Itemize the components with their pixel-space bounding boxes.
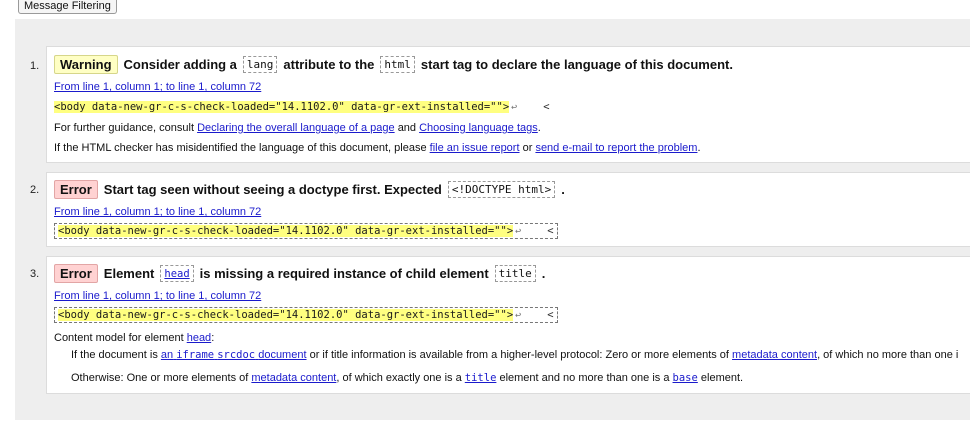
- message-text: Start tag seen without seeing a doctype …: [103, 182, 442, 197]
- message-text: start tag to declare the language of thi…: [420, 57, 733, 72]
- content-model-line: Content model for element head:: [54, 332, 214, 344]
- otherwise-text: element.: [700, 372, 744, 384]
- code-doctype: <!DOCTYPE html>: [447, 181, 556, 198]
- return-icon: ↩: [511, 102, 518, 113]
- error-badge: Error: [54, 180, 98, 199]
- warning-badge: Warning: [54, 55, 118, 74]
- title-element-link[interactable]: title: [465, 372, 497, 384]
- code-extract: <body data-new-gr-c-s-check-loaded="14.1…: [54, 307, 558, 323]
- location-link[interactable]: From line 1, column 1; to line 1, column…: [54, 81, 261, 93]
- message-text: .: [561, 182, 565, 197]
- message-filtering-button[interactable]: Message Filtering: [18, 0, 117, 14]
- extract-tail: <: [543, 101, 550, 113]
- error-badge: Error: [54, 264, 98, 283]
- content-model-head-link[interactable]: head: [187, 332, 211, 344]
- extract-highlight: <body data-new-gr-c-s-check-loaded="14.1…: [54, 101, 510, 113]
- code-head-link[interactable]: head: [160, 265, 194, 282]
- declaring-language-link[interactable]: Declaring the overall language of a page: [197, 122, 395, 134]
- location-link[interactable]: From line 1, column 1; to line 1, column…: [54, 206, 261, 218]
- message-error-2: Error Start tag seen without seeing a do…: [46, 172, 970, 247]
- otherwise-text: , of which exactly one is a: [336, 372, 462, 384]
- message-headline: Error Start tag seen without seeing a do…: [54, 180, 565, 199]
- otherwise-text: element and no more than one is a: [499, 372, 670, 384]
- return-icon: ↩: [515, 310, 522, 321]
- code-html: html: [380, 56, 415, 73]
- guidance-text: and: [397, 122, 417, 134]
- extract-highlight: <body data-new-gr-c-s-check-loaded="14.1…: [58, 225, 514, 237]
- choosing-language-tags-link[interactable]: Choosing language tags: [419, 122, 538, 134]
- content-model-text: :: [211, 332, 215, 344]
- guidance-text: For further guidance, consult: [54, 122, 195, 134]
- code-extract: <body data-new-gr-c-s-check-loaded="14.1…: [54, 101, 550, 113]
- code-extract: <body data-new-gr-c-s-check-loaded="14.1…: [54, 223, 558, 239]
- iframe-srcdoc-link[interactable]: an iframe srcdoc document: [161, 349, 307, 361]
- srcdoc-text: If the document is: [71, 349, 158, 361]
- code-title: title: [494, 265, 536, 282]
- message-text: Consider adding a: [123, 57, 237, 72]
- message-text: .: [541, 266, 546, 281]
- message-error-3: Error Element head is missing a required…: [46, 256, 970, 394]
- send-email-link[interactable]: send e-mail to report the problem: [535, 142, 697, 154]
- file-issue-link[interactable]: file an issue report: [430, 142, 520, 154]
- head-link[interactable]: head: [164, 268, 189, 280]
- misidentified-text: If the HTML checker has misidentified th…: [54, 142, 427, 154]
- message-text: attribute to the: [283, 57, 375, 72]
- metadata-content-link[interactable]: metadata content: [732, 349, 817, 361]
- extract-tail: <: [547, 309, 554, 321]
- extract-tail: <: [547, 225, 554, 237]
- srcdoc-line: If the document is an iframe srcdoc docu…: [71, 349, 958, 361]
- message-headline: Error Element head is missing a required…: [54, 264, 545, 283]
- base-element-link[interactable]: base: [673, 372, 698, 384]
- misidentified-text: .: [697, 142, 701, 154]
- otherwise-text: Otherwise: One or more elements of: [71, 372, 249, 384]
- metadata-content-link-2[interactable]: metadata content: [251, 372, 336, 384]
- guidance-line: For further guidance, consult Declaring …: [54, 122, 541, 134]
- message-number: 3.: [30, 268, 40, 280]
- code-lang: lang: [242, 56, 278, 73]
- message-text: is missing a required instance of child …: [199, 266, 489, 281]
- message-text: Element: [103, 266, 155, 281]
- content-model-text: Content model for element: [54, 332, 184, 344]
- srcdoc-text: or if title information is available fro…: [309, 349, 729, 361]
- message-headline: Warning Consider adding a lang attribute…: [54, 55, 733, 74]
- srcdoc-text: , of which no more than one i: [817, 349, 959, 361]
- return-icon: ↩: [515, 226, 522, 237]
- otherwise-line: Otherwise: One or more elements of metad…: [71, 372, 743, 384]
- message-number: 1.: [30, 60, 40, 72]
- message-warning-1: Warning Consider adding a lang attribute…: [46, 46, 970, 163]
- location-link[interactable]: From line 1, column 1; to line 1, column…: [54, 290, 261, 302]
- guidance-text: .: [537, 122, 541, 134]
- misidentified-text: or: [522, 142, 533, 154]
- misidentified-line: If the HTML checker has misidentified th…: [54, 142, 701, 154]
- message-number: 2.: [30, 184, 40, 196]
- extract-highlight: <body data-new-gr-c-s-check-loaded="14.1…: [58, 309, 514, 321]
